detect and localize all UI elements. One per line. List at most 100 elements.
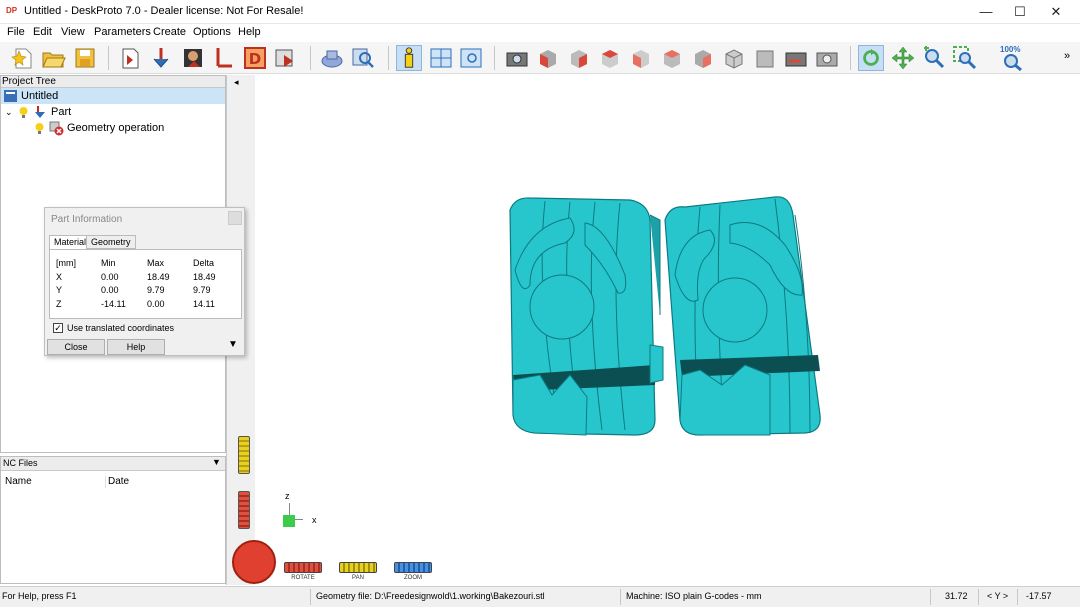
status-help: For Help, press F1: [2, 591, 77, 601]
menu-parameters[interactable]: Parameters: [94, 26, 151, 38]
view-iso2-icon[interactable]: [752, 45, 778, 71]
expand-chevron-icon[interactable]: ⌄: [5, 104, 13, 120]
view-front-icon[interactable]: [535, 45, 561, 71]
translated-coordinates-checkbox[interactable]: ✓: [53, 323, 63, 333]
expand-down-icon[interactable]: ▼: [228, 339, 238, 350]
header-min: Min: [101, 258, 116, 268]
row-min: 0.00: [101, 272, 119, 282]
project-tree-title: Project Tree: [0, 75, 226, 88]
tilt-slider[interactable]: [238, 436, 250, 474]
pan-control[interactable]: [339, 562, 377, 573]
tab-material[interactable]: Material: [49, 235, 92, 250]
axis-x-label: x: [312, 515, 317, 525]
column-name[interactable]: Name: [5, 476, 32, 487]
view-back-icon[interactable]: [566, 45, 592, 71]
nc-files-panel: NC Files ▼ Name Date: [0, 456, 226, 584]
title-bar: DP Untitled - DeskProto 7.0 - Dealer lic…: [0, 0, 1080, 24]
zoom-control[interactable]: [394, 562, 432, 573]
menu-options[interactable]: Options: [193, 26, 231, 38]
nc-files-dropdown-icon[interactable]: ▼: [212, 457, 221, 467]
nc-files-header: NC Files ▼: [1, 457, 225, 471]
view-bottom-icon[interactable]: [690, 45, 716, 71]
view-top-icon[interactable]: [659, 45, 685, 71]
import-icon[interactable]: [117, 45, 143, 71]
d-icon[interactable]: D: [242, 45, 268, 71]
menu-create[interactable]: Create: [153, 26, 186, 38]
lightbulb-icon[interactable]: [19, 107, 28, 118]
toolbar-overflow[interactable]: »: [1064, 50, 1070, 62]
tree-item-part[interactable]: ⌄ Part: [0, 104, 226, 120]
minimize-button[interactable]: —: [968, 0, 1004, 24]
zoom-100-icon[interactable]: 100%: [1000, 45, 1026, 71]
camera-reset-icon[interactable]: [783, 45, 809, 71]
camera-settings-icon[interactable]: [814, 45, 840, 71]
row-axis: Y: [56, 285, 63, 295]
tree-item-label: Geometry operation: [67, 122, 165, 134]
operation-error-icon: [49, 121, 64, 136]
row-max: 0.00: [147, 299, 165, 309]
axis-origin-marker: [283, 515, 295, 527]
camera-icon[interactable]: [504, 45, 530, 71]
view-window-icon[interactable]: [458, 45, 484, 71]
menu-view[interactable]: View: [61, 26, 85, 38]
window-title: Untitled - DeskProto 7.0 - Dealer licens…: [24, 5, 304, 17]
dialog-close-action-button[interactable]: Close: [47, 339, 105, 355]
view-right-icon[interactable]: [628, 45, 654, 71]
zoom-find-icon[interactable]: [350, 45, 376, 71]
model-right-piece: [664, 196, 821, 436]
rotate-slider[interactable]: [238, 491, 250, 529]
collapse-arrow-icon[interactable]: ◂: [234, 77, 239, 88]
status-axis-toggle[interactable]: < Y >: [987, 591, 1008, 601]
menu-edit[interactable]: Edit: [33, 26, 52, 38]
layout-icon[interactable]: [428, 45, 454, 71]
part-icon[interactable]: [148, 45, 174, 71]
3d-viewport[interactable]: z x: [230, 75, 1080, 585]
status-coord-b: -17.57: [1026, 591, 1052, 601]
tab-geometry[interactable]: Geometry: [86, 235, 136, 249]
open-icon[interactable]: [40, 45, 66, 71]
status-coord-a: 31.72: [945, 591, 968, 601]
column-date[interactable]: Date: [108, 476, 129, 487]
tree-item-untitled[interactable]: Untitled: [0, 88, 226, 104]
tree-item-label: Untitled: [21, 90, 59, 102]
tree-item-geometry-operation[interactable]: Geometry operation: [0, 120, 226, 136]
view-iso-icon[interactable]: [721, 45, 747, 71]
row-max: 9.79: [147, 285, 165, 295]
zoom-window-icon[interactable]: [952, 45, 978, 71]
image-icon[interactable]: [180, 45, 206, 71]
lightbulb-icon[interactable]: [35, 123, 44, 134]
export-icon[interactable]: [272, 45, 298, 71]
dialog-close-button[interactable]: [228, 211, 242, 225]
row-max: 18.49: [147, 272, 170, 282]
simulate-icon[interactable]: [319, 45, 345, 71]
dialog-help-button[interactable]: Help: [107, 339, 165, 355]
row-axis: X: [56, 272, 63, 282]
svg-text:D: D: [249, 50, 261, 68]
view-left-icon[interactable]: [597, 45, 623, 71]
nc-files-title: NC Files: [3, 458, 38, 468]
app-logo: DP: [6, 6, 18, 15]
row-axis: Z: [56, 299, 62, 309]
close-button[interactable]: ✕: [1038, 0, 1074, 24]
status-bar: For Help, press F1 Geometry file: D:\Fre…: [0, 586, 1080, 607]
row-delta: 9.79: [193, 285, 211, 295]
menu-help[interactable]: Help: [238, 26, 261, 38]
vector-icon[interactable]: [212, 45, 238, 71]
part-information-dialog: Part Information Material Geometry [mm] …: [44, 207, 245, 356]
rotate-control[interactable]: [284, 562, 322, 573]
new-icon[interactable]: [10, 45, 36, 71]
menu-file[interactable]: File: [7, 26, 25, 38]
maximize-button[interactable]: ☐: [1002, 0, 1038, 24]
pan-icon[interactable]: [890, 45, 916, 71]
header-delta: Delta: [193, 258, 215, 268]
dialog-title: Part Information: [51, 214, 123, 225]
rotate-label: ROTATE: [291, 575, 315, 581]
row-delta: 14.11: [193, 299, 215, 309]
axis-indicator: z x: [282, 491, 342, 531]
rotate-icon[interactable]: [858, 45, 884, 71]
info-icon[interactable]: [396, 45, 422, 71]
rotate-wheel-icon[interactable]: [232, 540, 276, 584]
save-icon[interactable]: [72, 45, 98, 71]
zoom-in-icon[interactable]: [921, 45, 947, 71]
header-unit: [mm]: [56, 258, 76, 268]
